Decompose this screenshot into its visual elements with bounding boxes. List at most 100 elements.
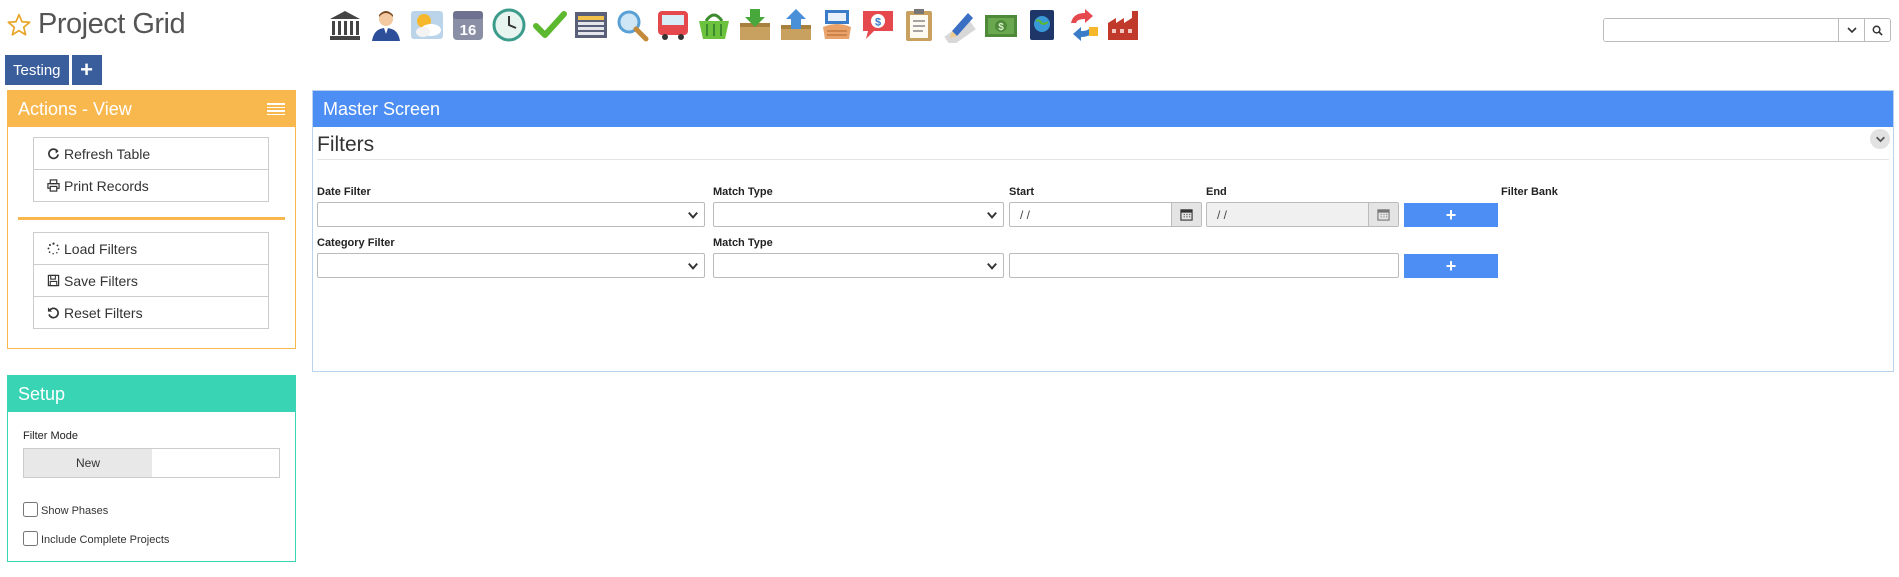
floppy-disk-icon	[47, 274, 60, 287]
filter-mode-other[interactable]	[152, 449, 279, 477]
chevron-down-icon	[1875, 136, 1885, 142]
undo-icon	[47, 307, 59, 319]
calendar-icon	[1377, 209, 1390, 221]
hamburger-menu-icon[interactable]	[267, 103, 285, 115]
page-title: Project Grid	[38, 8, 186, 40]
hand-card-icon[interactable]	[818, 6, 855, 44]
category-filter-select[interactable]	[317, 253, 705, 278]
calendar-16-icon[interactable]: 16	[449, 6, 486, 44]
filters-divider	[317, 159, 1889, 160]
chevron-down-icon	[987, 211, 997, 219]
clipboard-icon[interactable]	[900, 6, 937, 44]
search-button[interactable]	[1864, 19, 1890, 41]
add-tab-button[interactable]: +	[71, 55, 102, 85]
sync-arrows-icon[interactable]	[1064, 6, 1101, 44]
category-value-input[interactable]	[1009, 253, 1399, 278]
start-date-field[interactable]: / /	[1009, 202, 1202, 227]
basket-icon[interactable]	[695, 6, 732, 44]
end-label: End	[1206, 186, 1227, 198]
print-records-button[interactable]: Print Records	[33, 169, 269, 202]
svg-text:$: $	[874, 17, 880, 29]
printer-icon	[47, 179, 60, 192]
weather-icon[interactable]	[408, 6, 445, 44]
magnifier-icon[interactable]	[613, 6, 650, 44]
bus-icon[interactable]	[654, 6, 691, 44]
search-icon	[1872, 25, 1883, 36]
add-category-filter-button[interactable]: +	[1404, 254, 1498, 278]
user-icon[interactable]	[367, 6, 404, 44]
save-filters-button[interactable]: Save Filters	[33, 264, 269, 297]
search-input[interactable]	[1604, 19, 1838, 41]
add-date-filter-button[interactable]: +	[1404, 203, 1498, 227]
filter-mode-label: Filter Mode	[23, 430, 79, 442]
filter-bank-label: Filter Bank	[1501, 186, 1558, 198]
show-phases-label: Show Phases	[41, 505, 109, 517]
date-filter-label: Date Filter	[317, 186, 371, 198]
filter-mode-toggle: New	[23, 448, 280, 478]
clock-icon[interactable]	[490, 6, 527, 44]
favorite-star-icon[interactable]	[6, 12, 32, 38]
load-filters-button[interactable]: Load Filters	[33, 232, 269, 265]
reset-filters-label: Reset Filters	[64, 304, 143, 321]
end-date-field[interactable]: / /	[1206, 202, 1399, 227]
collapse-filters-button[interactable]	[1870, 129, 1890, 149]
spinner-icon	[47, 242, 60, 255]
reset-filters-button[interactable]: Reset Filters	[33, 296, 269, 329]
master-screen-header: Master Screen	[313, 91, 1893, 127]
master-screen-panel: Master Screen Filters Date Filter Match …	[312, 90, 1894, 372]
master-screen-title: Master Screen	[323, 98, 441, 119]
category-filter-label: Category Filter	[317, 237, 395, 249]
date-filter-select[interactable]	[317, 202, 705, 227]
actions-panel-title: Actions - View	[18, 98, 132, 119]
money-icon[interactable]: $	[982, 6, 1019, 44]
category-match-type-label: Match Type	[713, 237, 773, 249]
chevron-down-icon	[1846, 27, 1857, 34]
print-records-label: Print Records	[64, 177, 149, 194]
setup-panel: Setup Filter Mode New Show Phases Includ…	[7, 375, 296, 562]
filter-mode-new[interactable]: New	[24, 449, 152, 477]
category-match-type-select[interactable]	[713, 253, 1004, 278]
start-label: Start	[1009, 186, 1035, 198]
filters-title: Filters	[317, 133, 375, 156]
start-calendar-button[interactable]	[1171, 203, 1201, 226]
factory-icon[interactable]	[1105, 6, 1142, 44]
tab-testing[interactable]: Testing	[5, 55, 69, 85]
upload-box-icon[interactable]	[777, 6, 814, 44]
refresh-table-button[interactable]: Refresh Table	[33, 137, 269, 170]
load-filters-label: Load Filters	[64, 240, 138, 257]
bank-icon[interactable]	[326, 6, 363, 44]
end-date-value: / /	[1217, 207, 1228, 222]
view-actions-group: Refresh Table Print Records	[33, 137, 269, 202]
date-match-type-select[interactable]	[713, 202, 1004, 227]
global-search	[1603, 18, 1891, 42]
actions-divider	[18, 217, 285, 220]
checkmark-icon[interactable]	[531, 6, 568, 44]
svg-text:$: $	[998, 22, 1004, 33]
end-calendar-button[interactable]	[1368, 203, 1398, 226]
actions-panel-header: Actions - View	[8, 91, 295, 127]
chevron-down-icon	[688, 211, 698, 219]
calendar-icon	[1180, 209, 1193, 221]
actions-panel: Actions - View Refresh Table Print Recor…	[7, 90, 296, 349]
pencil-ruler-icon[interactable]	[941, 6, 978, 44]
include-complete-checkbox[interactable]	[23, 531, 38, 546]
include-complete-label: Include Complete Projects	[41, 534, 170, 546]
date-match-type-label: Match Type	[713, 186, 773, 198]
setup-panel-title: Setup	[18, 383, 66, 404]
toolbar: 16 $ $	[326, 6, 1142, 44]
app-title: Project Grid	[6, 8, 186, 41]
include-complete-row: Include Complete Projects	[23, 531, 295, 546]
tab-bar: Testing +	[5, 55, 102, 85]
refresh-icon	[48, 148, 59, 160]
download-box-icon[interactable]	[736, 6, 773, 44]
start-date-value: / /	[1020, 207, 1031, 222]
chat-dollar-icon[interactable]: $	[859, 6, 896, 44]
setup-panel-header: Setup	[8, 376, 295, 412]
show-phases-row: Show Phases	[23, 502, 295, 517]
search-dropdown-button[interactable]	[1838, 19, 1864, 41]
spreadsheet-icon[interactable]	[572, 6, 609, 44]
chevron-down-icon	[987, 262, 997, 270]
show-phases-checkbox[interactable]	[23, 502, 38, 517]
refresh-table-label: Refresh Table	[64, 145, 151, 162]
globe-book-icon[interactable]	[1023, 6, 1060, 44]
